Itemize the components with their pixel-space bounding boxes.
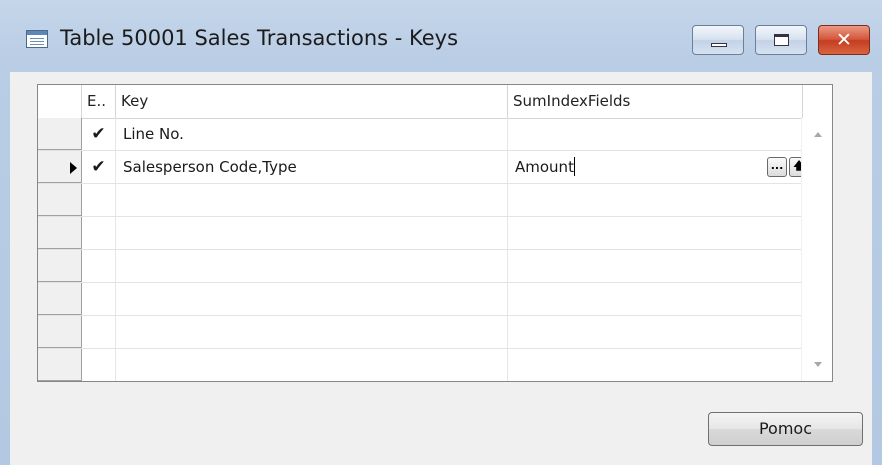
key-cell[interactable] xyxy=(116,316,508,348)
enabled-cell[interactable] xyxy=(82,250,116,282)
help-button[interactable]: Pomoc xyxy=(708,412,863,446)
sumindexfields-cell[interactable] xyxy=(508,118,803,150)
table-row-active[interactable]: ✔ Salesperson Code,Type Amount ... 🡅 xyxy=(38,151,832,184)
enabled-cell[interactable] xyxy=(82,316,116,348)
table-row[interactable]: ✔ Line No. xyxy=(38,118,832,151)
sumindexfields-cell-editing[interactable]: Amount xyxy=(508,151,803,183)
row-selector[interactable] xyxy=(38,283,82,315)
sumindexfields-cell[interactable] xyxy=(508,184,803,216)
key-cell[interactable] xyxy=(116,184,508,216)
sumindexfields-cell[interactable] xyxy=(508,217,803,249)
key-cell[interactable]: Line No. xyxy=(116,118,508,150)
maximize-button[interactable] xyxy=(755,25,807,55)
client-area: E.. Key SumIndexFields ✔ Line No. ✔ Sale… xyxy=(10,72,872,465)
empty-row[interactable] xyxy=(38,217,832,250)
sumindexfields-cell[interactable] xyxy=(508,250,803,282)
row-selector[interactable] xyxy=(38,349,82,381)
empty-row[interactable] xyxy=(38,250,832,283)
title-bar[interactable]: Table 50001 Sales Transactions - Keys ✕ xyxy=(0,0,882,70)
key-cell[interactable] xyxy=(116,349,508,381)
sumindexfields-cell[interactable] xyxy=(508,316,803,348)
enabled-checkmark[interactable]: ✔ xyxy=(82,118,116,150)
chevron-up-icon[interactable] xyxy=(814,132,822,137)
enabled-cell[interactable] xyxy=(82,349,116,381)
sumindexfields-cell[interactable] xyxy=(508,349,803,381)
key-cell[interactable] xyxy=(116,283,508,315)
window-title: Table 50001 Sales Transactions - Keys xyxy=(60,26,459,50)
enabled-cell[interactable] xyxy=(82,217,116,249)
sumindexfields-value: Amount xyxy=(515,158,574,176)
row-selector[interactable] xyxy=(38,217,82,249)
column-header-sumindexfields[interactable]: SumIndexFields xyxy=(508,85,803,118)
column-header-enabled[interactable]: E.. xyxy=(82,85,116,118)
row-selector[interactable] xyxy=(38,118,82,150)
row-selector[interactable] xyxy=(38,184,82,216)
close-icon: ✕ xyxy=(836,29,852,51)
grid-header: E.. Key SumIndexFields xyxy=(38,85,832,119)
table-icon xyxy=(26,30,48,48)
sumindexfields-cell[interactable] xyxy=(508,283,803,315)
vertical-scrollbar[interactable] xyxy=(801,118,832,381)
minimize-icon xyxy=(711,43,727,47)
empty-row[interactable] xyxy=(38,283,832,316)
enabled-checkmark[interactable]: ✔ xyxy=(82,151,116,183)
empty-row[interactable] xyxy=(38,184,832,217)
lookup-button[interactable]: ... xyxy=(767,157,787,177)
close-button[interactable]: ✕ xyxy=(818,25,870,55)
header-row-selector[interactable] xyxy=(38,85,82,118)
row-selector[interactable] xyxy=(38,151,82,183)
empty-row[interactable] xyxy=(38,349,832,381)
key-cell[interactable]: Salesperson Code,Type xyxy=(116,151,508,183)
enabled-cell[interactable] xyxy=(82,184,116,216)
chevron-down-icon[interactable] xyxy=(814,362,822,367)
row-selector[interactable] xyxy=(38,316,82,348)
key-cell[interactable] xyxy=(116,217,508,249)
triangle-right-icon xyxy=(70,162,77,174)
enabled-cell[interactable] xyxy=(82,283,116,315)
keys-window: Table 50001 Sales Transactions - Keys ✕ … xyxy=(0,0,882,465)
column-header-key[interactable]: Key xyxy=(116,85,508,118)
maximize-icon xyxy=(774,34,789,46)
key-cell[interactable] xyxy=(116,250,508,282)
minimize-button[interactable] xyxy=(692,25,744,55)
text-cursor xyxy=(573,157,575,176)
row-selector[interactable] xyxy=(38,250,82,282)
empty-row[interactable] xyxy=(38,316,832,349)
keys-grid[interactable]: E.. Key SumIndexFields ✔ Line No. ✔ Sale… xyxy=(37,84,833,382)
